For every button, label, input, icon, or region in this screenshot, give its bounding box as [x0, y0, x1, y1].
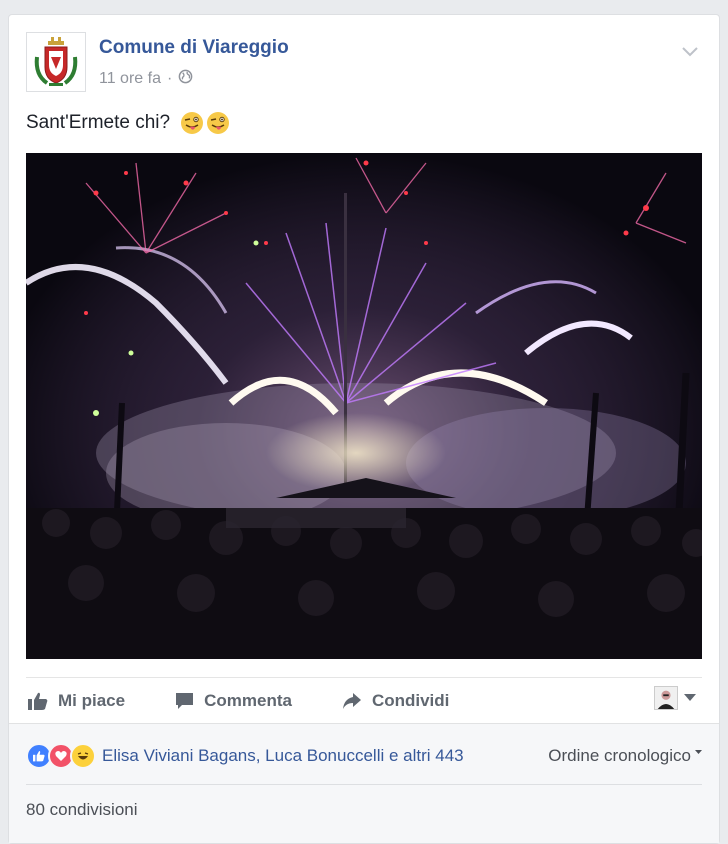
- post-time[interactable]: 11 ore fa: [99, 70, 161, 88]
- post-text-content: Sant'Ermete chi?: [26, 112, 171, 133]
- thumbs-up-icon: [28, 692, 48, 710]
- page-name-link[interactable]: Comune di Viareggio: [99, 37, 289, 59]
- post-text: Sant'Ermete chi?: [26, 111, 230, 135]
- reactions-summary: Elisa Viviani Bagans, Luca Bonuccelli e …: [26, 742, 702, 770]
- caret-down-icon: [684, 694, 696, 701]
- like-button[interactable]: Mi piace: [28, 691, 125, 711]
- post-as-selector[interactable]: [654, 686, 696, 710]
- winking-tongue-emoji-icon: [207, 112, 230, 134]
- post-photo-fireworks[interactable]: [26, 153, 702, 659]
- page-avatar[interactable]: [26, 32, 86, 92]
- haha-reaction-icon: [70, 743, 96, 769]
- like-label: Mi piace: [58, 691, 126, 710]
- comment-button[interactable]: Commenta: [175, 691, 292, 711]
- comment-order-label: Ordine cronologico: [548, 746, 691, 765]
- post-meta: 11 ore fa ·: [99, 69, 193, 89]
- share-arrow-icon: [342, 693, 361, 709]
- comment-label: Commenta: [204, 691, 292, 710]
- coat-of-arms-logo: [34, 37, 78, 86]
- globe-icon[interactable]: [178, 69, 193, 89]
- viewer-avatar: [654, 686, 678, 710]
- post-footer: Elisa Viviani Bagans, Luca Bonuccelli e …: [9, 723, 719, 843]
- fireworks-image: [26, 153, 702, 659]
- footer-divider: [26, 784, 702, 785]
- shares-count-link[interactable]: 80 condivisioni: [26, 800, 138, 820]
- caret-down-icon: [695, 749, 702, 754]
- post-card: Comune di Viareggio 11 ore fa · Sant'Erm…: [8, 14, 720, 844]
- post-actions-bar: Mi piace Commenta Condividi: [26, 677, 702, 724]
- share-button[interactable]: Condividi: [342, 691, 449, 711]
- reaction-names-link[interactable]: Elisa Viviani Bagans, Luca Bonuccelli e …: [102, 746, 464, 766]
- meta-separator: ·: [166, 70, 173, 87]
- winking-tongue-emoji-icon: [181, 112, 204, 134]
- comment-order-dropdown[interactable]: Ordine cronologico: [548, 746, 702, 766]
- share-label: Condividi: [371, 691, 450, 710]
- reaction-icons[interactable]: [26, 743, 96, 769]
- post-options-chevron-icon[interactable]: [678, 40, 702, 64]
- comment-icon: [176, 693, 194, 709]
- post-header: Comune di Viareggio 11 ore fa ·: [26, 32, 702, 96]
